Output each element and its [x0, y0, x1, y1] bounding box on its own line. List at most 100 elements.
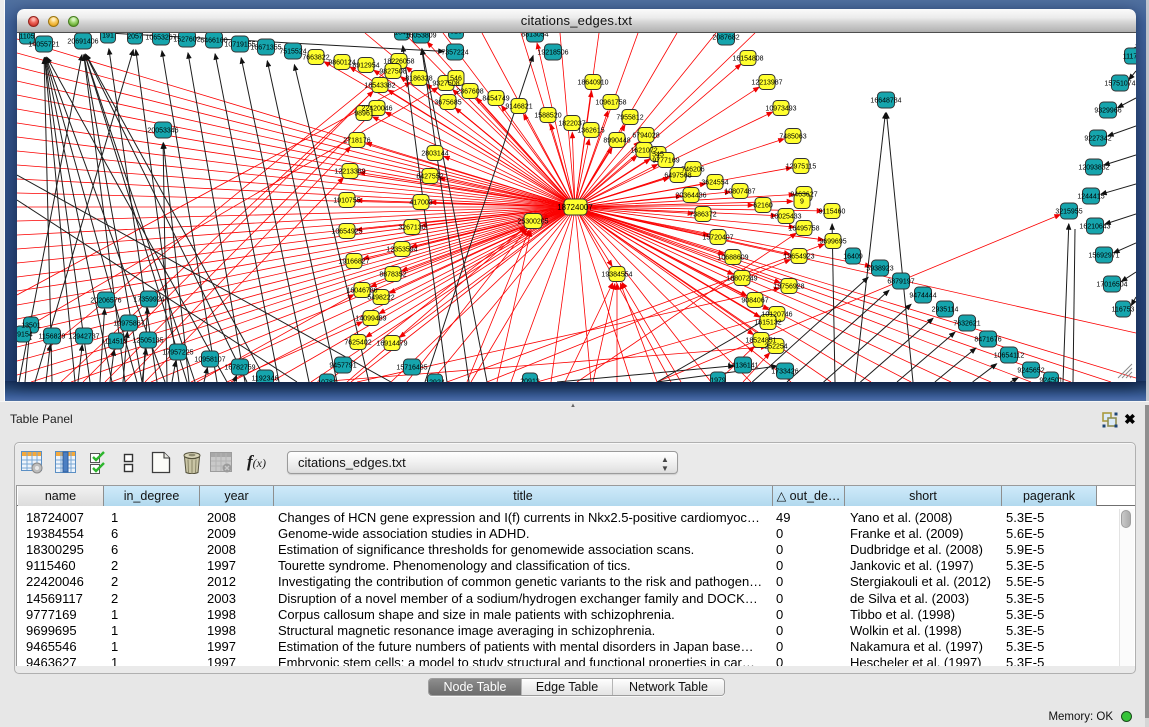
svg-text:1192346: 1192346	[252, 376, 279, 383]
svg-text:15751074: 15751074	[1104, 81, 1135, 88]
svg-text:12505135: 12505135	[132, 338, 163, 345]
svg-text:1733426: 1733426	[771, 369, 798, 376]
svg-text:9084067: 9084067	[741, 298, 768, 305]
svg-text:9827508: 9827508	[379, 69, 406, 76]
svg-text:417003: 417003	[409, 200, 432, 207]
svg-text:16648784: 16648784	[870, 98, 901, 105]
svg-text:546: 546	[450, 76, 462, 83]
svg-text:3624554: 3624554	[701, 180, 728, 187]
svg-text:9115460: 9115460	[819, 209, 846, 216]
svg-text:14136141: 14136141	[727, 363, 758, 370]
svg-text:10120746: 10120746	[761, 312, 792, 319]
svg-text:7386372: 7386372	[689, 212, 716, 219]
svg-text:1910755: 1910755	[333, 198, 360, 205]
svg-text:1244415: 1244415	[1077, 194, 1104, 201]
svg-text:10654112: 10654112	[994, 353, 1025, 360]
svg-text:18640910: 18640910	[577, 80, 608, 87]
svg-text:8454749: 8454749	[482, 96, 509, 103]
svg-text:2718176: 2718176	[343, 138, 370, 145]
svg-text:12213987: 12213987	[751, 80, 782, 87]
svg-text:10973493: 10973493	[765, 106, 796, 113]
svg-text:9699695: 9699695	[819, 239, 846, 246]
svg-text:16671355: 16671355	[250, 45, 281, 52]
svg-text:10807487: 10807487	[724, 189, 755, 196]
svg-text:9463627: 9463627	[790, 192, 817, 199]
svg-text:16053809: 16053809	[405, 33, 436, 40]
svg-text:17957225: 17957225	[162, 350, 193, 357]
svg-text:16543382: 16543382	[364, 83, 395, 90]
svg-text:8912954: 8912954	[352, 63, 379, 70]
svg-text:19218506: 19218506	[537, 50, 568, 57]
svg-text:3267130: 3267130	[398, 225, 425, 232]
svg-text:18724007: 18724007	[557, 203, 593, 212]
svg-text:17359924: 17359924	[133, 297, 164, 304]
svg-text:39154: 39154	[17, 332, 33, 339]
svg-text:12213389: 12213389	[334, 169, 365, 176]
svg-text:116753: 116753	[1112, 307, 1135, 314]
svg-text:1615132: 1615132	[754, 320, 781, 327]
svg-text:813: 813	[450, 33, 462, 36]
svg-text:15692971: 15692971	[1088, 253, 1119, 260]
svg-text:20053346: 20053346	[147, 128, 178, 135]
svg-text:10961758: 10961758	[595, 100, 626, 107]
svg-text:20206576: 20206576	[90, 298, 121, 305]
svg-text:16046786: 16046786	[346, 288, 377, 295]
svg-text:17016504: 17016504	[1096, 282, 1127, 289]
svg-text:1588520: 1588520	[534, 113, 561, 120]
svg-text:12924: 12924	[425, 380, 445, 383]
svg-text:7357224: 7357224	[441, 50, 468, 57]
svg-text:191: 191	[102, 33, 114, 40]
svg-text:15720407: 15720407	[702, 235, 733, 242]
svg-text:7625402: 7625402	[344, 340, 371, 347]
svg-text:11174: 11174	[1123, 54, 1136, 61]
svg-text:3675685: 3675685	[434, 100, 461, 107]
svg-text:2367608: 2367608	[456, 89, 483, 96]
svg-text:9457791: 9457791	[329, 363, 356, 370]
svg-text:18807249: 18807249	[726, 276, 757, 283]
svg-text:2935114: 2935114	[932, 307, 959, 314]
svg-text:6497568: 6497568	[664, 173, 691, 180]
svg-text:252254: 252254	[764, 344, 787, 351]
svg-text:5498222: 5498222	[367, 295, 394, 302]
svg-text:12942737: 12942737	[68, 334, 99, 341]
svg-text:9245652: 9245652	[1017, 368, 1044, 375]
svg-text:1979: 1979	[710, 378, 726, 383]
svg-text:14099489: 14099489	[355, 316, 386, 323]
svg-text:9329966: 9329966	[1094, 108, 1121, 115]
svg-text:6794028: 6794028	[632, 133, 659, 140]
svg-text:1156829: 1156829	[39, 334, 66, 341]
svg-text:10653267: 10653267	[145, 35, 176, 42]
svg-text:6879197: 6879197	[887, 279, 914, 286]
svg-text:2087682: 2087682	[712, 35, 739, 42]
svg-text:7485063: 7485063	[779, 134, 806, 141]
svg-text:10782: 10782	[317, 380, 337, 383]
svg-text:10688609: 10688609	[717, 255, 748, 262]
svg-text:1362615: 1362615	[577, 128, 604, 135]
svg-text:10958107: 10958107	[194, 357, 225, 364]
svg-text:19756928: 19756928	[773, 284, 804, 291]
svg-text:12093832: 12093832	[1078, 165, 1109, 172]
svg-text:20913: 20913	[520, 379, 540, 383]
svg-text:16210643: 16210643	[1079, 224, 1110, 231]
svg-text:924501: 924501	[1039, 378, 1062, 383]
svg-text:2057: 2057	[127, 34, 143, 41]
svg-text:15716485: 15716485	[396, 365, 427, 372]
svg-text:12975115: 12975115	[786, 164, 817, 171]
svg-text:16495758: 16495758	[788, 226, 819, 233]
svg-text:14055721: 14055721	[28, 42, 59, 49]
svg-text:114519: 114519	[105, 339, 128, 346]
svg-text:18226058: 18226058	[383, 59, 414, 66]
svg-text:19384554: 19384554	[601, 272, 632, 279]
svg-text:7955812: 7955812	[616, 115, 643, 122]
svg-text:98961: 98961	[354, 111, 374, 118]
svg-text:9227342: 9227342	[1084, 136, 1111, 143]
svg-text:8471676: 8471676	[974, 337, 1001, 344]
svg-text:20691406: 20691406	[67, 39, 98, 46]
svg-text:9777169: 9777169	[652, 158, 679, 165]
svg-text:16154808: 16154808	[732, 56, 763, 63]
svg-text:16914479: 16914479	[376, 341, 407, 348]
svg-text:10025433: 10025433	[770, 214, 801, 221]
svg-text:5938923: 5938923	[866, 266, 893, 273]
svg-text:8186328: 8186328	[405, 76, 432, 83]
svg-text:9: 9	[800, 199, 804, 206]
